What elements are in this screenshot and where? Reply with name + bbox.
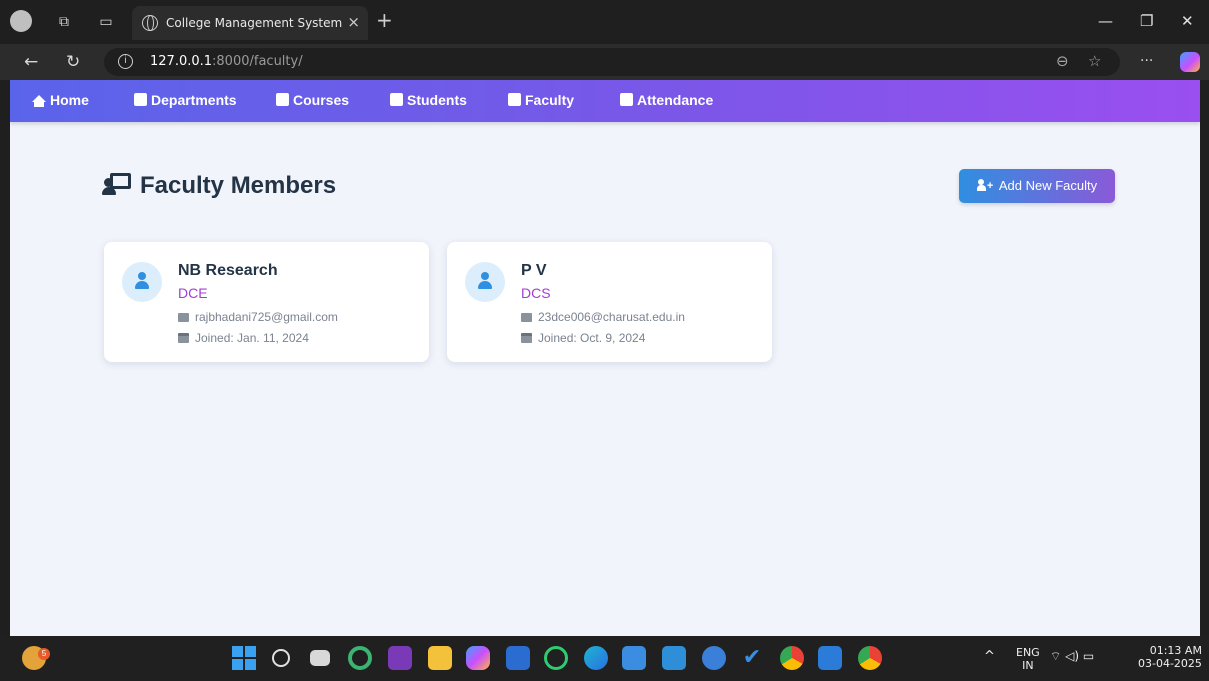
nav-courses-label: Courses	[293, 92, 350, 108]
tab-actions-icon[interactable]: ▭	[96, 12, 116, 32]
minimize-button[interactable]: —	[1098, 12, 1113, 30]
browser-address-bar: ← ↻ i 127.0.0.1:8000/faculty/ ⊖ ☆ ···	[0, 44, 1209, 80]
nav-faculty[interactable]: Faculty	[508, 92, 574, 108]
more-menu-button[interactable]: ···	[1140, 53, 1153, 69]
nav-departments-label: Departments	[151, 92, 237, 108]
add-new-faculty-button[interactable]: + Add New Faculty	[959, 169, 1115, 203]
faculty-card[interactable]: NB Research DCE rajbhadani725@gmail.com …	[104, 242, 429, 362]
faculty-email: 23dce006@charusat.edu.in	[521, 310, 685, 324]
profile-avatar-icon[interactable]	[10, 10, 32, 32]
url-text: 127.0.0.1:8000/faculty/	[150, 54, 303, 69]
search-icon[interactable]	[272, 649, 290, 667]
faculty-joined-text: Joined: Oct. 9, 2024	[538, 331, 646, 345]
task-view-icon[interactable]	[310, 650, 330, 666]
calendar-icon	[521, 333, 532, 343]
home-icon	[32, 95, 46, 107]
nav-departments[interactable]: Departments	[134, 92, 237, 108]
faculty-joined: Joined: Oct. 9, 2024	[521, 331, 645, 345]
help-app-icon[interactable]	[702, 646, 726, 670]
url-field[interactable]: i 127.0.0.1:8000/faculty/ ⊖ ☆	[104, 48, 1120, 76]
faculty-name: P V	[521, 262, 547, 279]
chrome-profile-icon[interactable]	[858, 646, 882, 670]
language-bottom: IN	[1022, 659, 1034, 672]
whatsapp-icon[interactable]	[544, 646, 568, 670]
chalkboard-teacher-icon	[102, 173, 132, 195]
faculty-avatar-icon	[465, 262, 505, 302]
web-page: Home Departments Courses Students Facult…	[10, 80, 1200, 636]
word-icon[interactable]	[506, 646, 530, 670]
store-icon[interactable]	[622, 646, 646, 670]
back-button[interactable]: ←	[24, 52, 38, 72]
onenote-icon[interactable]	[388, 646, 412, 670]
restore-button[interactable]: ❐	[1140, 12, 1153, 30]
faculty-email: rajbhadani725@gmail.com	[178, 310, 338, 324]
site-info-icon[interactable]: i	[118, 54, 133, 69]
clipboard-check-icon	[620, 93, 633, 106]
user-plus-icon: +	[976, 179, 995, 192]
screen: ⧉ ▭ College Management System × + — ❐ ✕ …	[0, 0, 1209, 681]
clock-date: 03-04-2025	[1138, 657, 1202, 670]
chrome-icon[interactable]	[780, 646, 804, 670]
envelope-icon	[521, 313, 532, 322]
globe-icon	[142, 15, 158, 31]
faculty-department: DCS	[521, 285, 551, 301]
faculty-card[interactable]: P V DCS 23dce006@charusat.edu.in Joined:…	[447, 242, 772, 362]
url-host: 127.0.0.1	[150, 54, 213, 69]
file-explorer-icon[interactable]	[428, 646, 452, 670]
faculty-email-text: 23dce006@charusat.edu.in	[538, 310, 685, 324]
faculty-name: NB Research	[178, 262, 278, 279]
page-title-text: Faculty Members	[140, 172, 337, 199]
language-top: ENG	[1016, 646, 1040, 659]
copilot-icon[interactable]	[1180, 52, 1200, 72]
reload-button[interactable]: ↻	[66, 52, 80, 72]
nav-home[interactable]: Home	[32, 92, 89, 108]
windows-taskbar: ✔ ^ ENG IN ⌔ ◁) ▭ 01:13 AM 03-04-2025	[0, 636, 1209, 681]
envelope-icon	[178, 313, 189, 322]
url-path: :8000/faculty/	[212, 54, 303, 69]
window-close-button[interactable]: ✕	[1181, 12, 1194, 30]
language-indicator[interactable]: ENG IN	[1016, 646, 1040, 672]
notification-badge: 5	[38, 648, 50, 660]
faculty-email-text: rajbhadani725@gmail.com	[195, 310, 338, 324]
todo-check-icon[interactable]: ✔	[740, 646, 764, 670]
tray-overflow-chevron[interactable]: ^	[984, 650, 995, 663]
page-title: Faculty Members	[102, 172, 336, 200]
browser-tab-bar: ⧉ ▭ College Management System × + — ❐ ✕	[0, 0, 1209, 44]
faculty-joined-text: Joined: Jan. 11, 2024	[195, 331, 309, 345]
new-tab-button[interactable]: +	[376, 8, 393, 32]
zoom-icon[interactable]: ⊖	[1056, 52, 1069, 70]
nav-home-label: Home	[50, 92, 89, 108]
top-navbar: Home Departments Courses Students Facult…	[10, 80, 1200, 122]
tab-close-icon[interactable]: ×	[347, 13, 360, 31]
app-circle-icon[interactable]	[348, 646, 372, 670]
network-volume-battery-icons[interactable]: ⌔ ◁) ▭	[1050, 650, 1094, 663]
graduate-icon	[390, 93, 403, 106]
edge-icon[interactable]	[584, 646, 608, 670]
workspaces-icon[interactable]: ⧉	[54, 12, 74, 32]
sticky-app-icon[interactable]	[662, 646, 686, 670]
nav-attendance[interactable]: Attendance	[620, 92, 713, 108]
nav-faculty-label: Faculty	[525, 92, 575, 108]
nav-students-label: Students	[407, 92, 467, 108]
vscode-icon[interactable]	[818, 646, 842, 670]
clock[interactable]: 01:13 AM 03-04-2025	[1138, 644, 1202, 670]
nav-attendance-label: Attendance	[637, 92, 714, 108]
building-icon	[134, 93, 147, 106]
nav-courses[interactable]: Courses	[276, 92, 349, 108]
book-icon	[276, 93, 289, 106]
copilot-app-icon[interactable]	[466, 646, 490, 670]
tab-title: College Management System	[166, 16, 343, 30]
calendar-icon	[178, 333, 189, 343]
add-new-faculty-label: Add New Faculty	[998, 178, 1098, 193]
faculty-department: DCE	[178, 285, 208, 301]
faculty-joined: Joined: Jan. 11, 2024	[178, 331, 309, 345]
browser-tab-active[interactable]: College Management System ×	[132, 6, 368, 40]
faculty-avatar-icon	[122, 262, 162, 302]
nav-students[interactable]: Students	[390, 92, 467, 108]
favorite-star-icon[interactable]: ☆	[1088, 52, 1101, 70]
start-button[interactable]	[232, 646, 256, 670]
clock-time: 01:13 AM	[1149, 644, 1202, 657]
chalkboard-teacher-icon	[508, 93, 521, 106]
